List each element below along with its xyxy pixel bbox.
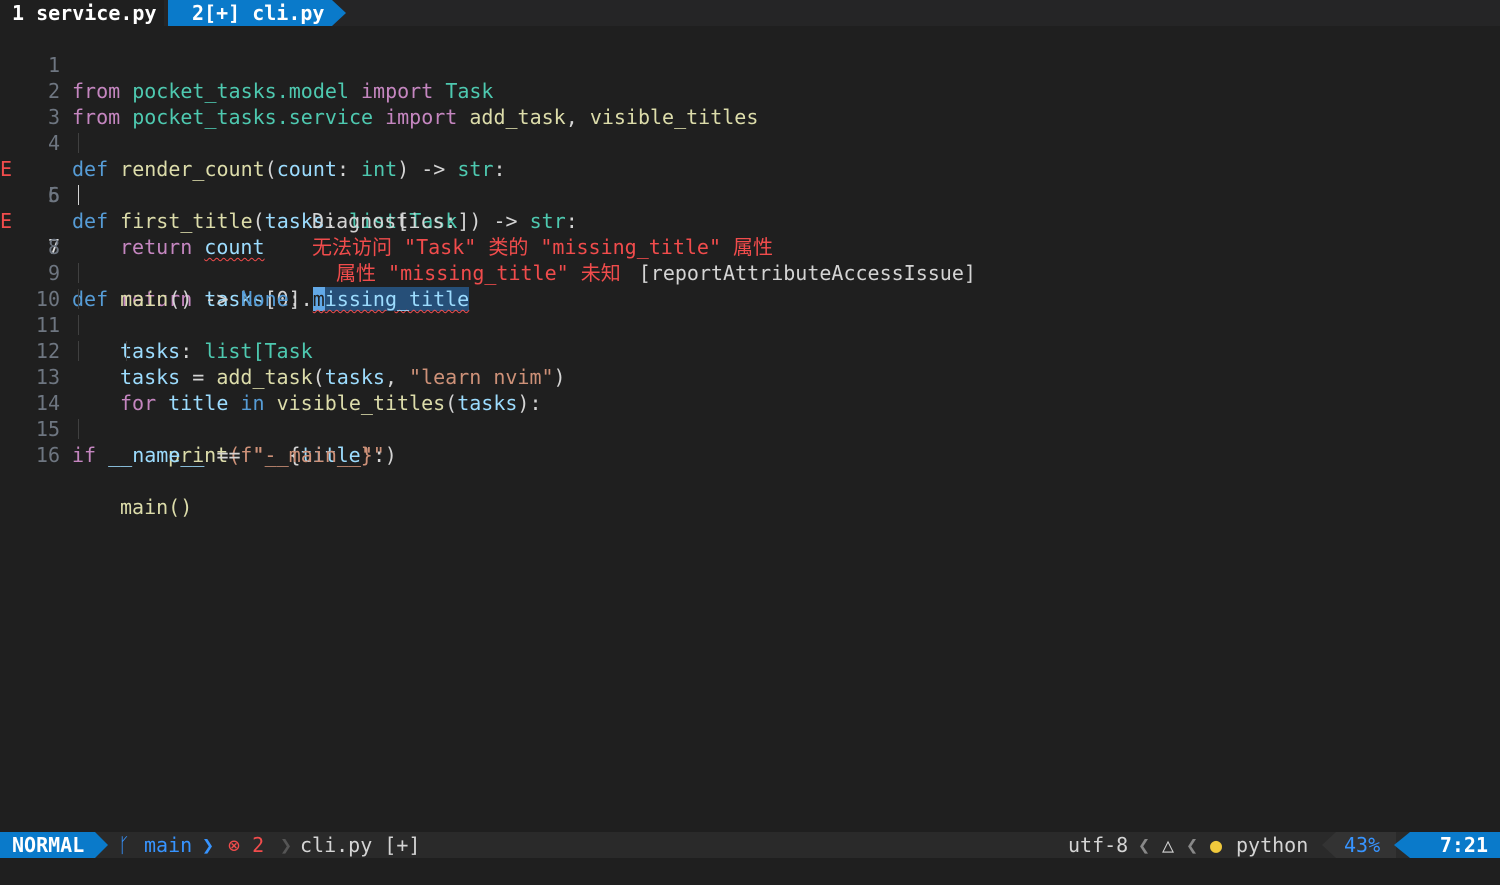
- code-line[interactable]: E 5 return count: [0, 130, 1500, 259]
- diagnostics-message: 无法访问 "Task" 类的 "missing_title" 属性: [312, 235, 774, 259]
- separator-icon: ❮: [1186, 833, 1199, 857]
- indent-guide: [78, 185, 79, 205]
- code-line[interactable]: 1 from pocket_tasks.model import Task: [0, 26, 1500, 103]
- diagnostics-message: 属性 "missing_title" 未知: [336, 261, 621, 285]
- mode-indicator: NORMAL: [0, 832, 95, 858]
- indent-guide: [78, 263, 79, 283]
- indent-guide: [78, 419, 79, 439]
- indent-guide: [78, 315, 79, 335]
- indent-guide: [78, 133, 79, 153]
- code-line[interactable]: 11 tasks = add_task(tasks, "learn nvim"): [0, 286, 1500, 389]
- code-line[interactable]: 3: [0, 78, 1500, 129]
- code-line[interactable]: 13 print(f"- {title}"): [0, 338, 1500, 467]
- separator-icon: ❯: [280, 833, 293, 857]
- diagnostics-header: Diagnostics:: [312, 209, 457, 233]
- tab-service-py[interactable]: 1 service.py: [0, 0, 164, 26]
- tab-separator-icon: [332, 0, 346, 26]
- scroll-percent: 43%: [1336, 832, 1396, 858]
- code-line[interactable]: 15 if __name__ == "__main__":: [0, 390, 1500, 467]
- separator-icon: ❮: [1138, 833, 1151, 857]
- diagnostics-popup: Diagnostics: 无法访问 "Task" 类的 "missing_tit…: [312, 208, 976, 286]
- indent-guide: [126, 341, 127, 361]
- tab-cli-py[interactable]: 2[+] cli.py: [168, 0, 332, 26]
- separator-icon: [1322, 832, 1336, 858]
- linux-icon: △: [1162, 833, 1175, 857]
- code-line[interactable]: 4 def render_count(count: int) -> str:: [0, 104, 1500, 181]
- separator-icon: [95, 832, 108, 858]
- separator-icon: ❯: [202, 833, 215, 857]
- file-encoding: utf-8: [1068, 833, 1129, 857]
- statusline: NORMAL ᚴ main ❯ ⊗ 2 ❯ cli.py [+] utf-8 ❮…: [0, 832, 1500, 858]
- python-icon: ●: [1210, 833, 1223, 857]
- git-branch-icon: ᚴ: [118, 833, 130, 857]
- cursor-position: 7:21: [1410, 832, 1500, 858]
- error-count[interactable]: ⊗ 2: [228, 832, 264, 858]
- tabline: 1 service.py 2[+] cli.py: [0, 0, 1500, 26]
- file-type: python: [1236, 833, 1309, 857]
- code-line-current[interactable]: E 7 return tasks[0].missing_title: [0, 182, 1500, 311]
- code-line[interactable]: 12 for title in visible_titles(tasks):: [0, 312, 1500, 415]
- code-line[interactable]: 6 def first_title(tasks: list[Task]) -> …: [0, 156, 1500, 233]
- file-name: cli.py [+]: [300, 833, 421, 857]
- separator-icon: [1394, 832, 1410, 858]
- indent-guide: [78, 289, 79, 309]
- code-line[interactable]: 16 main(): [0, 416, 1500, 519]
- diagnostics-code: [reportAttributeAccessIssue]: [638, 261, 976, 285]
- indent-guide: [78, 341, 79, 361]
- line-number: 16: [35, 443, 60, 467]
- code-line[interactable]: 14: [0, 364, 1500, 415]
- code-line[interactable]: 2 from pocket_tasks.service import add_t…: [0, 52, 1500, 129]
- git-branch[interactable]: main: [144, 832, 192, 858]
